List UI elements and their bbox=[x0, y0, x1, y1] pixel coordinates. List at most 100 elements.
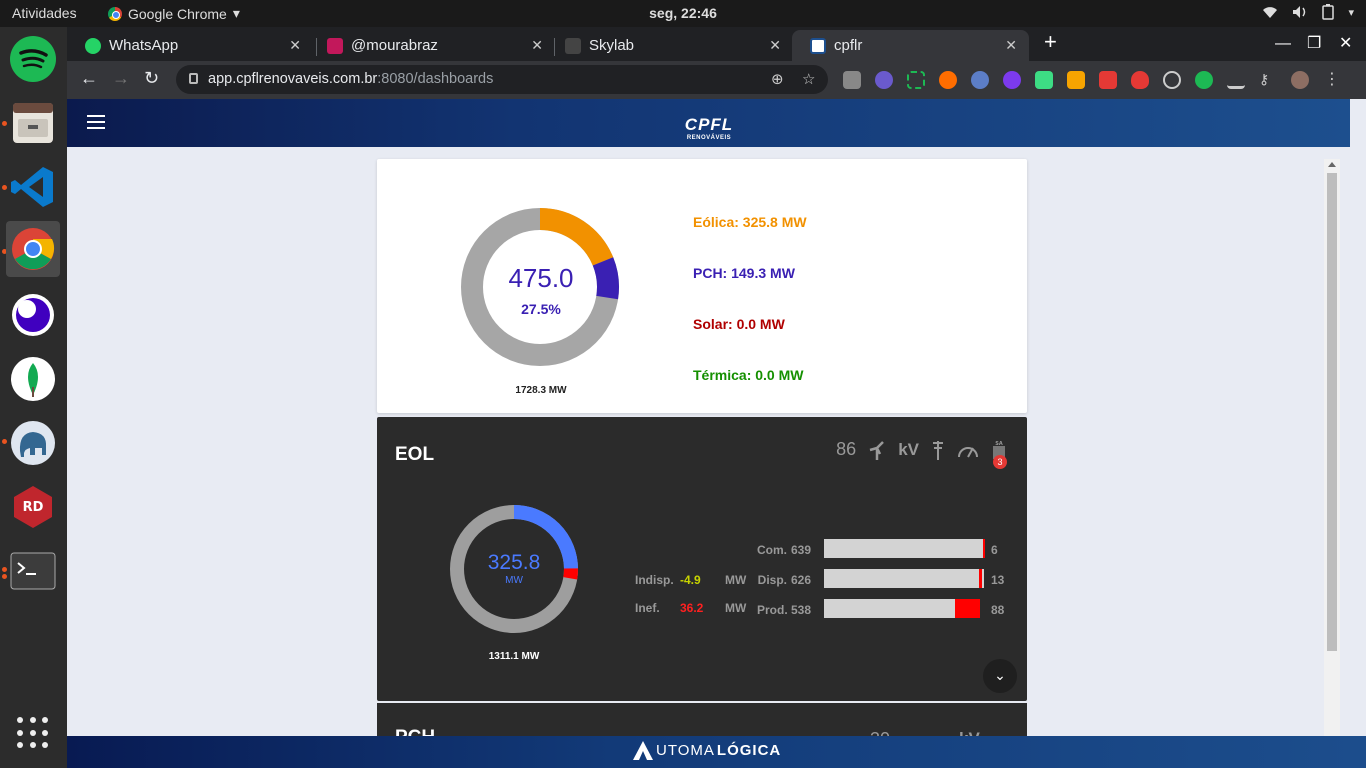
inef-value: 36.2 bbox=[680, 601, 704, 615]
close-window-button[interactable]: ✕ bbox=[1339, 33, 1352, 53]
dock-insomnia[interactable] bbox=[6, 287, 60, 343]
inef-unit: MW bbox=[725, 601, 747, 615]
automalogica-logo: UTOMA LÓGICA bbox=[632, 739, 781, 761]
tab-mourabraz[interactable]: @mourabraz ✕ bbox=[309, 30, 555, 61]
wind-turbine-icon[interactable] bbox=[868, 440, 886, 460]
dock-mongodb[interactable] bbox=[6, 351, 60, 407]
prod-extra: 88 bbox=[991, 603, 1005, 617]
show-apps-icon[interactable] bbox=[17, 717, 49, 749]
expand-button[interactable]: ⌄ bbox=[983, 659, 1017, 693]
terminal-icon bbox=[10, 552, 56, 590]
close-icon[interactable]: ✕ bbox=[1005, 37, 1017, 54]
download-icon[interactable] bbox=[1195, 71, 1213, 89]
disp-bar bbox=[824, 569, 984, 588]
forward-button[interactable]: → bbox=[112, 68, 130, 89]
eol-kv-label[interactable]: kV bbox=[898, 440, 919, 460]
bookmark-star-icon[interactable]: ☆ bbox=[802, 70, 815, 88]
file-cabinet-icon bbox=[13, 103, 53, 143]
new-tab-button[interactable]: + bbox=[1044, 29, 1057, 55]
screenshot-icon[interactable] bbox=[907, 71, 925, 89]
page-scrollbar[interactable] bbox=[1324, 159, 1340, 739]
app-header: CPFL RENOVÁVEIS bbox=[67, 99, 1350, 147]
hamburger-menu-icon[interactable] bbox=[87, 115, 105, 129]
extension-circle-icon[interactable] bbox=[971, 71, 989, 89]
maximize-button[interactable]: ❐ bbox=[1307, 33, 1321, 53]
playlist-icon[interactable] bbox=[1227, 71, 1245, 89]
tab-whatsapp[interactable]: WhatsApp ✕ bbox=[67, 30, 313, 61]
disp-bar-fill bbox=[979, 569, 982, 588]
tab-skylab[interactable]: Skylab ✕ bbox=[547, 30, 793, 61]
indisp-unit: MW bbox=[725, 573, 747, 587]
tab-label: cpflr bbox=[834, 37, 863, 54]
eol-total: 1311.1 MW bbox=[488, 651, 540, 662]
svg-text:SA: SA bbox=[995, 441, 1003, 447]
legend-termica: Térmica: 0.0 MW bbox=[693, 367, 804, 383]
dock-postgres[interactable] bbox=[6, 415, 60, 471]
dock-redis-manager[interactable]: RD bbox=[6, 479, 60, 535]
tag-icon[interactable] bbox=[1035, 71, 1053, 89]
com-bar bbox=[824, 539, 985, 558]
com-value: 639 bbox=[791, 543, 812, 557]
close-icon[interactable]: ✕ bbox=[769, 37, 781, 54]
dock-spotify[interactable] bbox=[6, 31, 60, 87]
extension-check-icon[interactable] bbox=[1003, 71, 1021, 89]
key-icon[interactable]: ⚷ bbox=[1259, 71, 1277, 89]
whatsapp-icon bbox=[85, 37, 101, 54]
tab-strip: WhatsApp ✕ @mourabraz ✕ Skylab ✕ cpflr ✕… bbox=[67, 27, 1366, 61]
prod-bar bbox=[824, 599, 980, 618]
transmission-tower-icon[interactable] bbox=[931, 440, 945, 460]
close-icon[interactable]: ✕ bbox=[289, 37, 301, 54]
system-top-bar: Atividades Google Chrome ▾ seg, 22:46 ▾ bbox=[0, 0, 1366, 27]
dropbox-icon[interactable] bbox=[843, 71, 861, 89]
dock-vscode[interactable] bbox=[6, 159, 60, 215]
tab-label: Skylab bbox=[589, 37, 635, 54]
svg-text:RD: RD bbox=[23, 500, 44, 515]
com-bar-fill bbox=[983, 539, 985, 558]
vscode-icon bbox=[11, 167, 53, 207]
dock-terminal[interactable] bbox=[6, 543, 60, 599]
summary-center-percent: 27.5% bbox=[521, 301, 561, 317]
prod-label: Prod. bbox=[757, 603, 788, 617]
elephant-icon bbox=[11, 421, 55, 465]
alarm-count-badge[interactable]: 3 bbox=[993, 455, 1007, 469]
shield-icon[interactable] bbox=[1131, 71, 1149, 89]
chrome-icon bbox=[12, 228, 55, 270]
scroll-up-arrow-icon[interactable] bbox=[1328, 162, 1336, 167]
extension-orange-icon[interactable] bbox=[939, 71, 957, 89]
address-bar[interactable]: app.cpflrenovaveis.com.br:8080/dashboard… bbox=[176, 65, 828, 94]
legend-solar: Solar: 0.0 MW bbox=[693, 316, 785, 332]
cpfl-logo[interactable]: CPFL RENOVÁVEIS bbox=[678, 101, 740, 141]
menu-kebab-icon[interactable]: ⋮ bbox=[1323, 71, 1341, 89]
skylab-icon bbox=[565, 37, 581, 54]
system-tray[interactable]: ▾ bbox=[1262, 4, 1354, 20]
extension-red-icon[interactable] bbox=[1099, 71, 1117, 89]
install-icon[interactable]: ⊕ bbox=[771, 70, 784, 88]
blocker-icon[interactable] bbox=[875, 71, 893, 89]
automalogica-a-icon bbox=[633, 741, 653, 760]
close-icon[interactable]: ✕ bbox=[531, 37, 543, 54]
reload-button[interactable]: ↻ bbox=[144, 68, 159, 89]
disp-label: Disp. bbox=[757, 573, 787, 587]
eol-title: EOL bbox=[395, 444, 435, 465]
gauge-icon[interactable] bbox=[957, 442, 979, 458]
dock: RD bbox=[0, 27, 67, 768]
react-icon[interactable] bbox=[1163, 71, 1181, 89]
dock-chrome[interactable] bbox=[6, 221, 60, 277]
rss-icon[interactable] bbox=[1067, 71, 1085, 89]
tab-cpflr[interactable]: cpflr ✕ bbox=[792, 30, 1029, 61]
tab-label: @mourabraz bbox=[351, 37, 438, 54]
back-button[interactable]: ← bbox=[80, 68, 98, 89]
indisp-label: Indisp. bbox=[635, 573, 674, 587]
url-text: app.cpflrenovaveis.com.br:8080/dashboard… bbox=[208, 71, 494, 87]
prod-bar-fill bbox=[955, 599, 980, 618]
eol-card: EOL 86 kV SA 3 325.8 MW 1311.1 MW Indisp… bbox=[377, 417, 1027, 701]
dock-files[interactable] bbox=[6, 95, 60, 151]
scrollbar-thumb[interactable] bbox=[1327, 173, 1337, 651]
eol-status-icons: 86 kV SA bbox=[836, 439, 1007, 460]
redis-desktop-icon: RD bbox=[14, 486, 52, 528]
minimize-button[interactable]: — bbox=[1275, 35, 1291, 53]
clock[interactable]: seg, 22:46 bbox=[0, 5, 1366, 21]
avatar[interactable] bbox=[1291, 71, 1309, 89]
cpfl-icon bbox=[810, 37, 826, 54]
eol-center-value: 325.8 bbox=[487, 551, 541, 574]
